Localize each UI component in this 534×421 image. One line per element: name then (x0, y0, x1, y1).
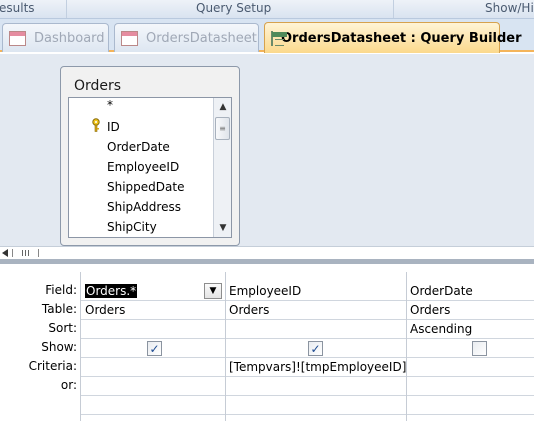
grid-row-line (80, 414, 534, 415)
show-checkbox[interactable]: ✓ (147, 341, 162, 356)
tab-ordersdatasheet[interactable]: OrdersDatasheet (114, 23, 259, 52)
table-cell[interactable]: Orders (410, 303, 450, 317)
grid-row-line (80, 319, 534, 320)
ribbon-separator (393, 0, 394, 18)
row-label-field: Field: (45, 283, 77, 297)
show-checkbox[interactable] (472, 341, 487, 356)
field-cell-orderdate[interactable]: OrderDate (410, 284, 473, 298)
row-label-sort: Sort: (48, 321, 77, 335)
table-title: Orders (74, 78, 122, 94)
field-item-id[interactable]: ID (107, 120, 120, 134)
table-cell[interactable]: Orders (85, 303, 125, 317)
row-label-or: or: (60, 378, 77, 392)
row-label-show: Show: (41, 340, 77, 354)
document-tab-bar: Dashboard OrdersDatasheet OrdersDatashee… (0, 19, 534, 53)
grid-column-line (406, 272, 407, 421)
table-cell[interactable]: Orders (229, 303, 269, 317)
field-item-shipaddress[interactable]: ShipAddress (107, 200, 181, 214)
scroll-thumb[interactable]: ≡ (215, 117, 230, 140)
field-item-all[interactable]: * (107, 98, 113, 112)
query-design-upper-pane: Orders * ID OrderDate EmployeeID Shipped… (0, 54, 534, 246)
tab-label: OrdersDatasheet (146, 30, 257, 46)
field-item-shippeddate[interactable]: ShippedDate (107, 180, 184, 194)
row-label-criteria: Criteria: (28, 359, 77, 373)
table-field-list-orders[interactable]: Orders * ID OrderDate EmployeeID Shipped… (60, 66, 240, 246)
field-item-orderdate[interactable]: OrderDate (107, 140, 170, 154)
grid-row-line (80, 395, 534, 396)
field-list-scrollbar[interactable]: ▲ ≡ ▼ (213, 98, 231, 237)
tab-dashboard[interactable]: Dashboard (2, 23, 109, 52)
tab-label: Dashboard (34, 30, 105, 46)
query-design-grid: Field: Table: Sort: Show: Criteria: or: … (0, 264, 534, 421)
grid-row-line (80, 376, 534, 377)
pane-splitter[interactable] (0, 246, 534, 259)
row-label-table: Table: (41, 302, 77, 316)
ribbon-group-show-hide-caption: Show/Hi (485, 1, 534, 15)
criteria-cell[interactable]: [Tempvars]![tmpEmployeeID] (229, 360, 406, 374)
field-item-shipcity[interactable]: ShipCity (107, 220, 157, 234)
form-icon (9, 30, 26, 46)
field-item-employeeid[interactable]: EmployeeID (107, 160, 179, 174)
field-dropdown-arrow-icon[interactable]: ▼ (204, 283, 222, 299)
checkmark-icon: ✓ (149, 341, 160, 356)
ribbon-separator (66, 0, 67, 18)
query-icon (271, 30, 287, 46)
field-cell-orders-all[interactable]: Orders.* (85, 284, 138, 298)
ribbon-group-results-caption: esults (0, 1, 35, 15)
show-checkbox[interactable]: ✓ (308, 341, 323, 356)
ribbon-group-query-setup-caption: Query Setup (196, 1, 272, 15)
splitter-scroll-left-icon[interactable] (0, 248, 40, 258)
field-cell-employeeid[interactable]: EmployeeID (229, 284, 301, 298)
form-icon (121, 30, 138, 46)
sort-cell[interactable]: Ascending (410, 322, 472, 336)
tab-query-builder[interactable]: OrdersDatasheet : Query Builder (264, 22, 522, 53)
tab-label: OrdersDatasheet : Query Builder (281, 30, 522, 46)
ribbon-group-captions: esults Query Setup Show/Hi (0, 0, 534, 19)
grid-row-line (80, 357, 534, 358)
primary-key-icon (92, 118, 100, 132)
grid-column-line (80, 272, 81, 421)
scroll-up-arrow-icon[interactable]: ▲ (215, 99, 231, 115)
grid-column-line (225, 272, 226, 421)
scroll-down-arrow-icon[interactable]: ▼ (215, 220, 231, 236)
checkmark-icon: ✓ (310, 341, 321, 356)
grid-row-line (80, 338, 534, 339)
field-list[interactable]: * ID OrderDate EmployeeID ShippedDate Sh… (68, 97, 232, 238)
grid-row-line (80, 300, 534, 301)
